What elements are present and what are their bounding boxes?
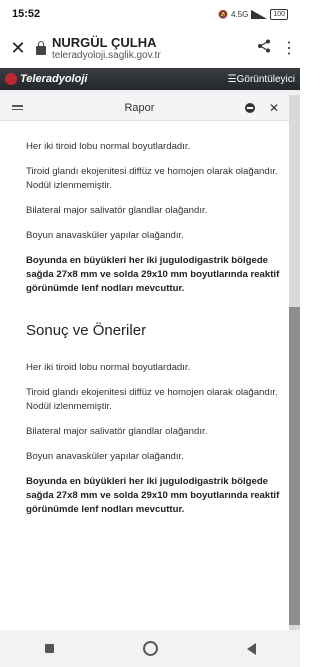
scroll-thumb[interactable] <box>289 307 300 625</box>
recent-apps-icon[interactable] <box>44 644 54 653</box>
conclusion-text: Her iki tiroid lobu normal boyutlardadır… <box>26 362 191 373</box>
home-icon[interactable] <box>142 641 158 656</box>
report-panel-header: Rapor ✕ <box>0 95 289 121</box>
logo-icon <box>5 73 17 85</box>
viewer-link[interactable]: ☰Görüntüleyici <box>228 74 295 85</box>
conclusion-title: Sonuç ve Öneriler <box>26 322 147 339</box>
status-time: 15:52 <box>12 8 41 20</box>
url-text: teleradyoloji.saglik.gov.tr <box>52 49 161 61</box>
lock-icon <box>36 40 46 55</box>
close-icon[interactable]: ✕ <box>0 38 36 59</box>
browser-toolbar: ✕ NURGÜL ÇULHA teleradyoloji.saglik.gov.… <box>0 28 300 68</box>
logo-text: Teleradyoloji <box>20 73 88 85</box>
more-options-icon[interactable]: ⋮ <box>278 38 300 58</box>
back-icon[interactable] <box>246 642 256 655</box>
close-panel-icon[interactable]: ✕ <box>269 101 279 115</box>
conclusion-bold-text: Boyunda en büyükleri her iki jugulodigas… <box>26 476 280 515</box>
panel-title: Rapor <box>124 101 155 114</box>
minimize-icon[interactable] <box>244 102 255 113</box>
finding-text: Tiroid glandı ekojenitesi diffüz ve homo… <box>26 166 278 191</box>
status-bar: 15:52 🔕 4.5G 100 <box>0 0 300 28</box>
scrollbar[interactable] <box>289 95 300 630</box>
share-icon[interactable] <box>250 39 278 58</box>
logo: Teleradyoloji <box>5 73 87 85</box>
network-label: 4.5G <box>230 9 249 19</box>
page-title: NURGÜL ÇULHA <box>52 34 157 50</box>
conclusion-text: Boyun anavasküler yapılar olağandır. <box>26 451 184 462</box>
finding-text: Her iki tiroid lobu normal boyutlardadır… <box>26 141 191 152</box>
status-icons: 🔕 4.5G 100 <box>218 8 288 20</box>
battery-icon: 100 <box>270 8 288 20</box>
app-header: Teleradyoloji ☰Görüntüleyici <box>0 68 300 90</box>
conclusion-text: Tiroid glandı ekojenitesi diffüz ve homo… <box>26 387 278 412</box>
system-nav-bar <box>0 630 300 667</box>
finding-bold-text: Boyunda en büyükleri her iki jugulodigas… <box>26 255 280 294</box>
menu-icon[interactable] <box>0 105 34 110</box>
signal-icon <box>251 9 268 19</box>
finding-text: Bilateral major salivatör glandlar olağa… <box>26 205 208 216</box>
mute-icon: 🔕 <box>218 9 228 19</box>
url-box[interactable]: NURGÜL ÇULHA teleradyoloji.saglik.gov.tr <box>52 35 250 62</box>
finding-text: Boyun anavasküler yapılar olağandır. <box>26 230 184 241</box>
report-content: Her iki tiroid lobu normal boyutlardadır… <box>26 140 281 528</box>
conclusion-text: Bilateral major salivatör glandlar olağa… <box>26 426 208 437</box>
